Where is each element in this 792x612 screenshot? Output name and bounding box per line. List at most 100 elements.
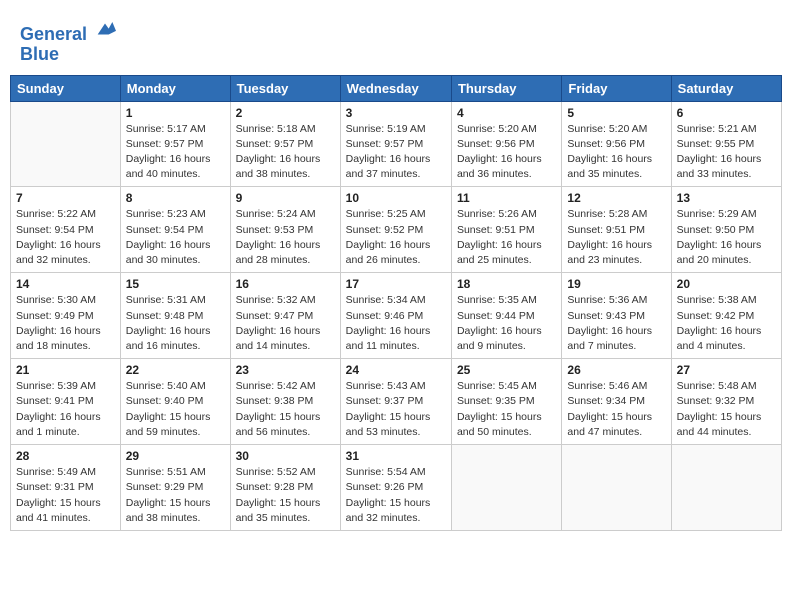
day-info: Sunrise: 5:43 AM Sunset: 9:37 PM Dayligh… [346, 379, 446, 440]
calendar-week-row: 21 Sunrise: 5:39 AM Sunset: 9:41 PM Dayli… [11, 359, 782, 445]
calendar-cell: 8Sunrise: 5:23 AM Sunset: 9:54 PM Daylig… [120, 187, 230, 273]
calendar-cell: 16 Sunrise: 5:32 AM Sunset: 9:47 PM Dayli… [230, 273, 340, 359]
day-info: Sunrise: 5:21 AM Sunset: 9:55 PM Dayligh… [677, 122, 776, 183]
day-number: 18 [457, 277, 556, 291]
day-info: Sunrise: 5:24 AM Sunset: 9:53 PM Dayligh… [236, 207, 335, 268]
day-info: Sunrise: 5:35 AM Sunset: 9:44 PM Dayligh… [457, 293, 556, 354]
day-number: 26 [567, 363, 665, 377]
calendar-cell: 24 Sunrise: 5:43 AM Sunset: 9:37 PM Dayli… [340, 359, 451, 445]
day-number: 10 [346, 191, 446, 205]
calendar-header-row: SundayMondayTuesdayWednesdayThursdayFrid… [11, 75, 782, 101]
day-number: 14 [16, 277, 115, 291]
day-number: 20 [677, 277, 776, 291]
day-number: 19 [567, 277, 665, 291]
day-info: Sunrise: 5:34 AM Sunset: 9:46 PM Dayligh… [346, 293, 446, 354]
calendar-cell: 7 Sunrise: 5:22 AM Sunset: 9:54 PM Daylig… [11, 187, 121, 273]
column-header-monday: Monday [120, 75, 230, 101]
calendar-cell: 2Sunrise: 5:18 AM Sunset: 9:57 PM Daylig… [230, 101, 340, 187]
day-number: 7 [16, 191, 115, 205]
calendar-cell: 20 Sunrise: 5:38 AM Sunset: 9:42 PM Dayli… [671, 273, 781, 359]
calendar-week-row: 7 Sunrise: 5:22 AM Sunset: 9:54 PM Daylig… [11, 187, 782, 273]
day-info: Sunrise: 5:45 AM Sunset: 9:35 PM Dayligh… [457, 379, 556, 440]
calendar-cell: 3 Sunrise: 5:19 AM Sunset: 9:57 PM Daylig… [340, 101, 451, 187]
calendar-week-row: 1 Sunrise: 5:17 AM Sunset: 9:57 PM Daylig… [11, 101, 782, 187]
calendar-cell: 4 Sunrise: 5:20 AM Sunset: 9:56 PM Daylig… [451, 101, 561, 187]
day-number: 23 [236, 363, 335, 377]
logo: General Blue [20, 18, 116, 65]
column-header-tuesday: Tuesday [230, 75, 340, 101]
day-info: Sunrise: 5:51 AM Sunset: 9:29 PM Dayligh… [126, 465, 225, 526]
calendar-cell: 29 Sunrise: 5:51 AM Sunset: 9:29 PM Dayli… [120, 445, 230, 531]
column-header-wednesday: Wednesday [340, 75, 451, 101]
page-header: General Blue [10, 10, 782, 69]
day-info: Sunrise: 5:29 AM Sunset: 9:50 PM Dayligh… [677, 207, 776, 268]
calendar-cell: 30 Sunrise: 5:52 AM Sunset: 9:28 PM Dayli… [230, 445, 340, 531]
calendar-cell [671, 445, 781, 531]
day-number: 13 [677, 191, 776, 205]
day-info: Sunrise: 5:52 AM Sunset: 9:28 PM Dayligh… [236, 465, 335, 526]
day-number: 9 [236, 191, 335, 205]
day-info: Sunrise: 5:20 AM Sunset: 9:56 PM Dayligh… [457, 122, 556, 183]
day-info: Sunrise: 5:23 AM Sunset: 9:54 PM Dayligh… [126, 207, 225, 268]
day-info: Sunrise: 5:22 AM Sunset: 9:54 PM Dayligh… [16, 207, 115, 268]
calendar-cell: 6 Sunrise: 5:21 AM Sunset: 9:55 PM Daylig… [671, 101, 781, 187]
calendar-cell: 13 Sunrise: 5:29 AM Sunset: 9:50 PM Dayli… [671, 187, 781, 273]
calendar-cell: 1 Sunrise: 5:17 AM Sunset: 9:57 PM Daylig… [120, 101, 230, 187]
day-number: 27 [677, 363, 776, 377]
logo-bird-icon [94, 18, 116, 40]
day-info: Sunrise: 5:26 AM Sunset: 9:51 PM Dayligh… [457, 207, 556, 268]
calendar-cell [451, 445, 561, 531]
day-info: Sunrise: 5:36 AM Sunset: 9:43 PM Dayligh… [567, 293, 665, 354]
calendar-cell: 28 Sunrise: 5:49 AM Sunset: 9:31 PM Dayli… [11, 445, 121, 531]
calendar-cell: 11Sunrise: 5:26 AM Sunset: 9:51 PM Dayli… [451, 187, 561, 273]
day-info: Sunrise: 5:46 AM Sunset: 9:34 PM Dayligh… [567, 379, 665, 440]
calendar-cell: 31 Sunrise: 5:54 AM Sunset: 9:26 PM Dayli… [340, 445, 451, 531]
day-number: 24 [346, 363, 446, 377]
calendar-cell [11, 101, 121, 187]
day-number: 25 [457, 363, 556, 377]
calendar-cell: 12Sunrise: 5:28 AM Sunset: 9:51 PM Dayli… [562, 187, 671, 273]
day-info: Sunrise: 5:19 AM Sunset: 9:57 PM Dayligh… [346, 122, 446, 183]
day-number: 16 [236, 277, 335, 291]
day-number: 17 [346, 277, 446, 291]
day-info: Sunrise: 5:18 AM Sunset: 9:57 PM Dayligh… [236, 122, 335, 183]
day-info: Sunrise: 5:40 AM Sunset: 9:40 PM Dayligh… [126, 379, 225, 440]
day-info: Sunrise: 5:48 AM Sunset: 9:32 PM Dayligh… [677, 379, 776, 440]
calendar-cell: 23 Sunrise: 5:42 AM Sunset: 9:38 PM Dayli… [230, 359, 340, 445]
day-info: Sunrise: 5:28 AM Sunset: 9:51 PM Dayligh… [567, 207, 665, 268]
logo-blue: Blue [20, 45, 116, 65]
day-info: Sunrise: 5:49 AM Sunset: 9:31 PM Dayligh… [16, 465, 115, 526]
day-info: Sunrise: 5:39 AM Sunset: 9:41 PM Dayligh… [16, 379, 115, 440]
calendar-cell: 9 Sunrise: 5:24 AM Sunset: 9:53 PM Daylig… [230, 187, 340, 273]
day-info: Sunrise: 5:17 AM Sunset: 9:57 PM Dayligh… [126, 122, 225, 183]
calendar-cell: 18 Sunrise: 5:35 AM Sunset: 9:44 PM Dayli… [451, 273, 561, 359]
day-number: 4 [457, 106, 556, 120]
calendar-cell: 19 Sunrise: 5:36 AM Sunset: 9:43 PM Dayli… [562, 273, 671, 359]
day-number: 31 [346, 449, 446, 463]
logo-text: General [20, 18, 116, 45]
calendar-cell: 15 Sunrise: 5:31 AM Sunset: 9:48 PM Dayli… [120, 273, 230, 359]
calendar-week-row: 14 Sunrise: 5:30 AM Sunset: 9:49 PM Dayli… [11, 273, 782, 359]
day-number: 29 [126, 449, 225, 463]
day-info: Sunrise: 5:54 AM Sunset: 9:26 PM Dayligh… [346, 465, 446, 526]
day-info: Sunrise: 5:31 AM Sunset: 9:48 PM Dayligh… [126, 293, 225, 354]
day-number: 1 [126, 106, 225, 120]
calendar-cell: 21 Sunrise: 5:39 AM Sunset: 9:41 PM Dayli… [11, 359, 121, 445]
day-info: Sunrise: 5:30 AM Sunset: 9:49 PM Dayligh… [16, 293, 115, 354]
calendar-table: SundayMondayTuesdayWednesdayThursdayFrid… [10, 75, 782, 531]
day-info: Sunrise: 5:38 AM Sunset: 9:42 PM Dayligh… [677, 293, 776, 354]
calendar-cell: 26 Sunrise: 5:46 AM Sunset: 9:34 PM Dayli… [562, 359, 671, 445]
day-number: 15 [126, 277, 225, 291]
day-info: Sunrise: 5:42 AM Sunset: 9:38 PM Dayligh… [236, 379, 335, 440]
calendar-cell: 17 Sunrise: 5:34 AM Sunset: 9:46 PM Dayli… [340, 273, 451, 359]
day-number: 6 [677, 106, 776, 120]
day-number: 28 [16, 449, 115, 463]
day-number: 3 [346, 106, 446, 120]
day-info: Sunrise: 5:32 AM Sunset: 9:47 PM Dayligh… [236, 293, 335, 354]
logo-general: General [20, 24, 87, 44]
calendar-cell: 5Sunrise: 5:20 AM Sunset: 9:56 PM Daylig… [562, 101, 671, 187]
column-header-thursday: Thursday [451, 75, 561, 101]
calendar-cell: 22Sunrise: 5:40 AM Sunset: 9:40 PM Dayli… [120, 359, 230, 445]
day-number: 21 [16, 363, 115, 377]
day-number: 30 [236, 449, 335, 463]
